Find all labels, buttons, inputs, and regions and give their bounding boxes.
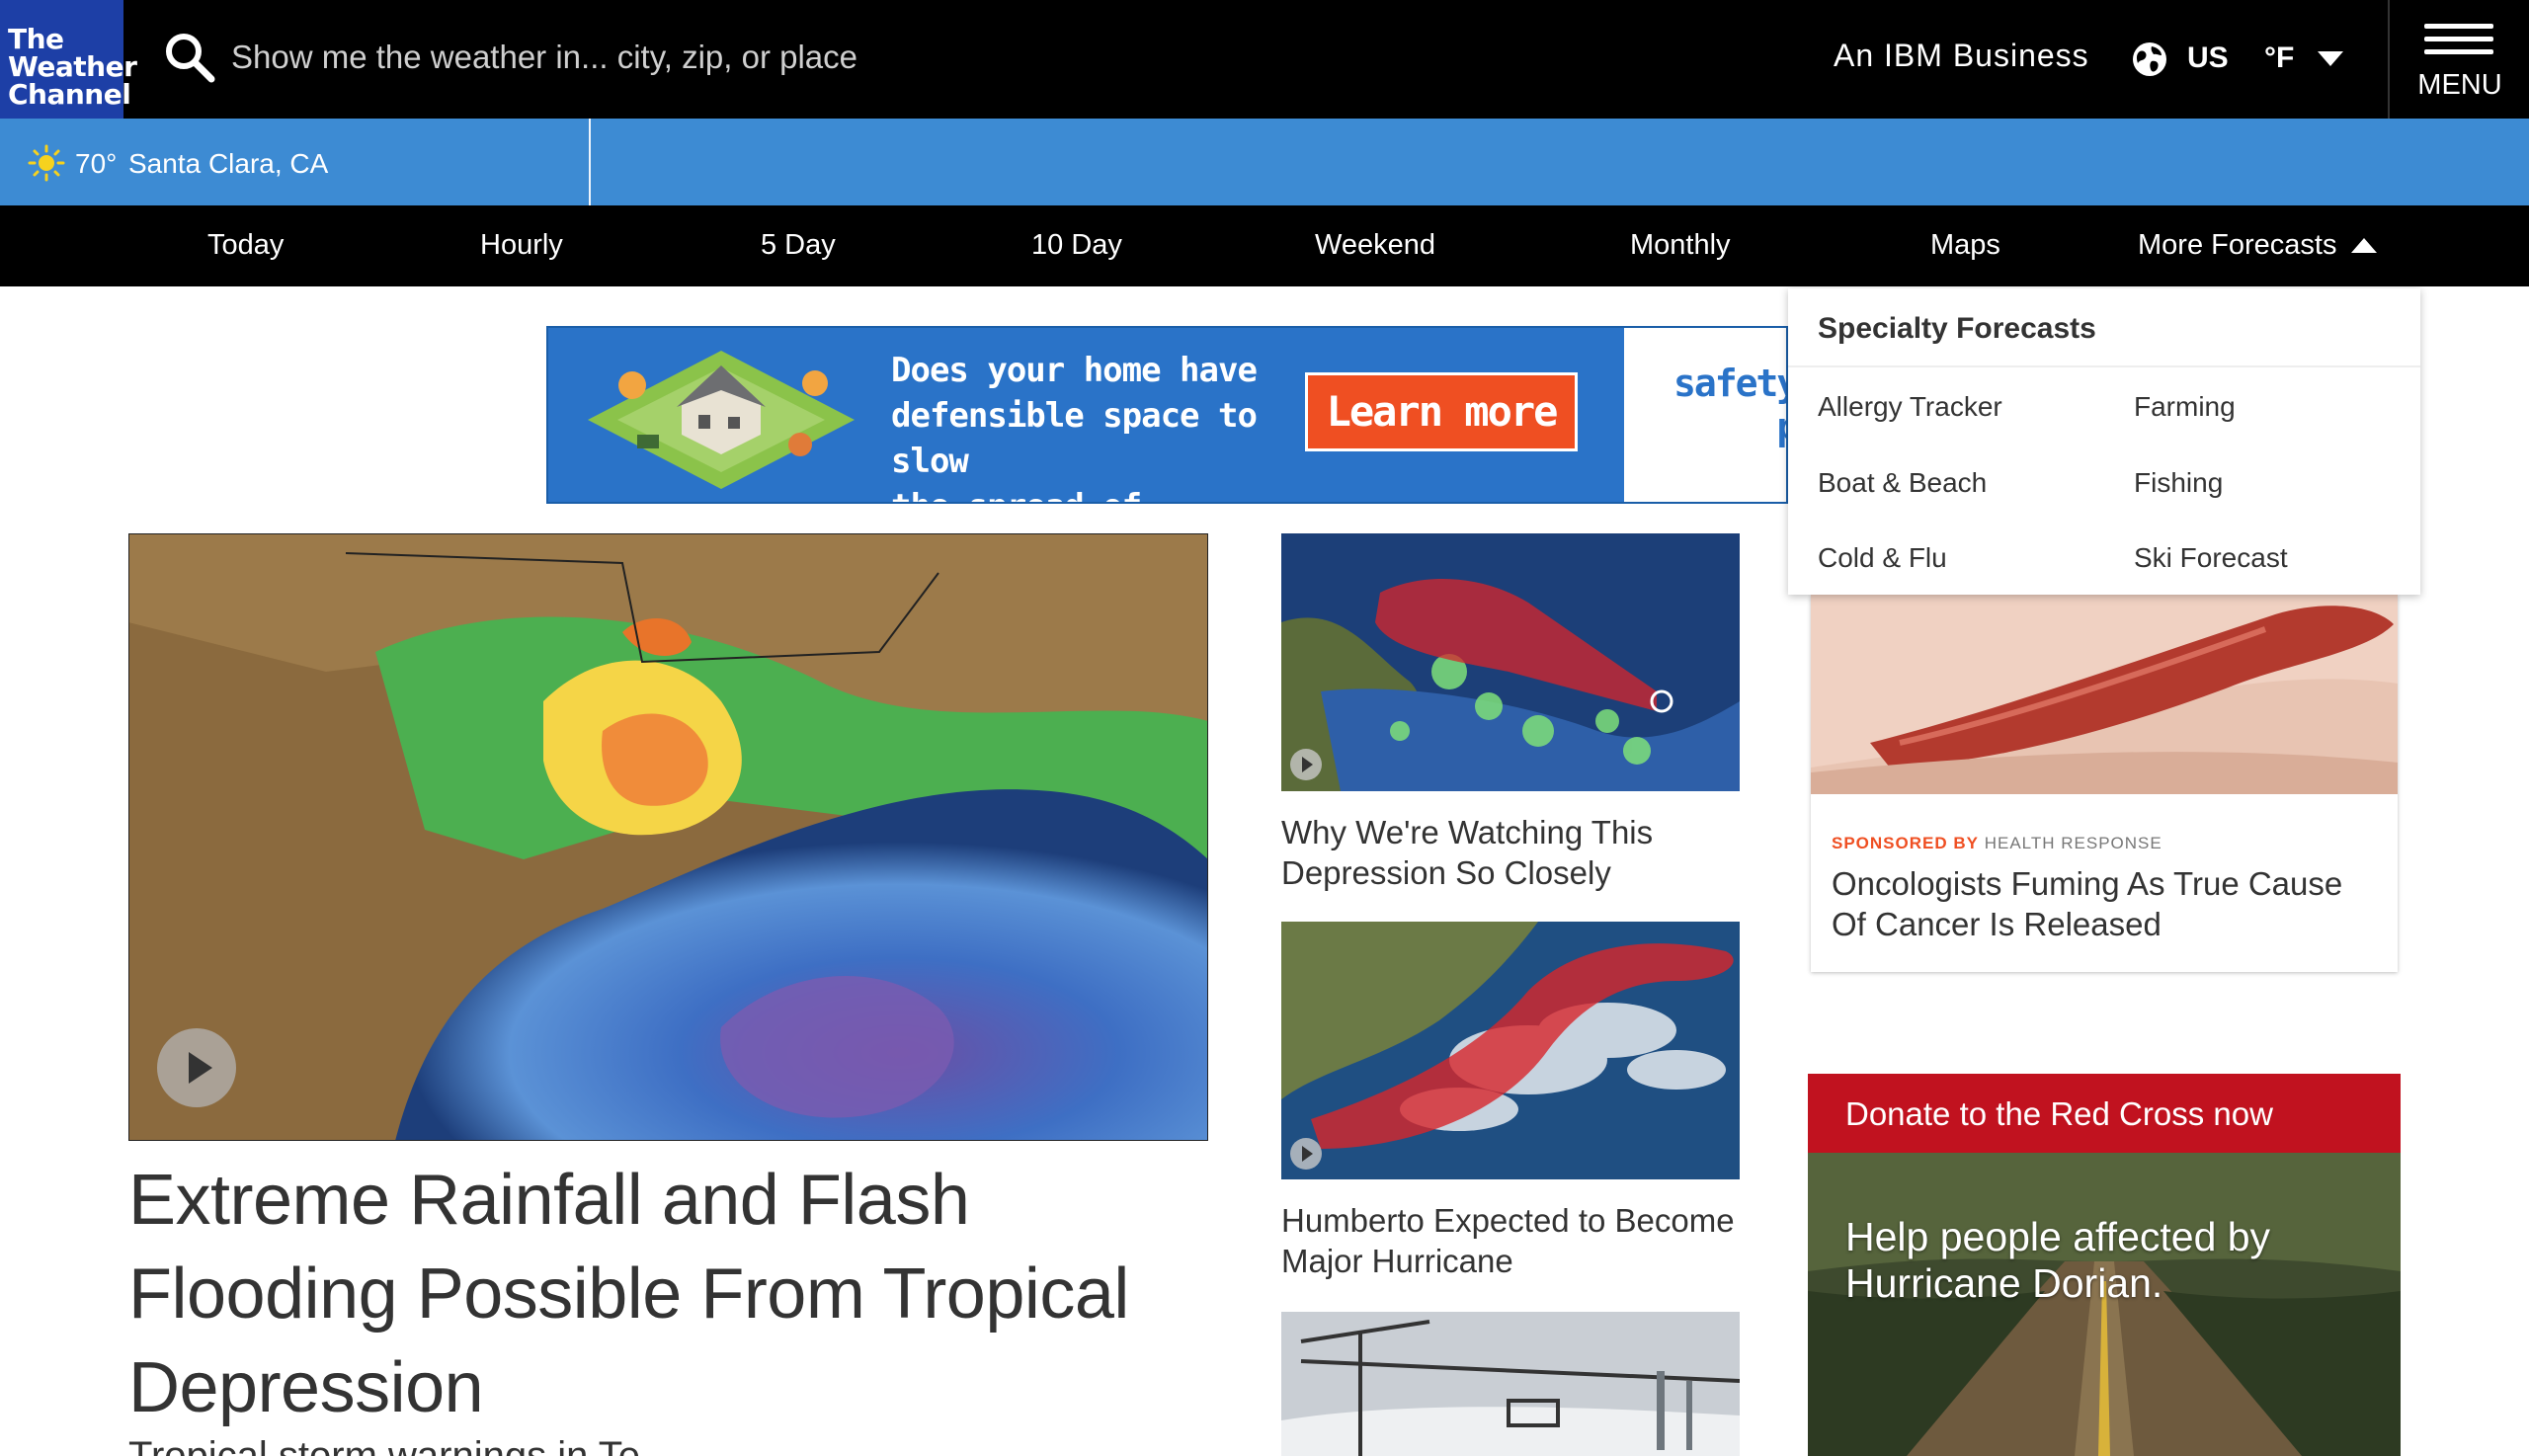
nav-5-day[interactable]: 5 Day <box>761 229 836 262</box>
nav-more-forecasts[interactable]: More Forecasts <box>2138 229 2336 262</box>
hamburger-icon-bar <box>2424 49 2493 54</box>
menu-item-fishing[interactable]: Fishing <box>2134 467 2223 499</box>
sponsored-source: HEALTH RESPONSE <box>1984 834 2162 852</box>
divider <box>2388 0 2390 119</box>
menu-item-cold-flu[interactable]: Cold & Flu <box>1818 542 1947 574</box>
sponsored-title[interactable]: Oncologists Fuming As True Cause Of Canc… <box>1832 863 2385 944</box>
ad-brand-line: pge <box>1661 405 1786 448</box>
menu-button[interactable]: MENU <box>2391 0 2529 119</box>
menu-item-allergy-tracker[interactable]: Allergy Tracker <box>1818 391 2002 423</box>
donate-label: Donate to the Red Cross now <box>1845 1095 2273 1132</box>
ad-headline-line: the spread of wildfires? <box>891 484 1286 502</box>
play-icon[interactable] <box>1290 1138 1322 1170</box>
dropdown-title: Specialty Forecasts <box>1818 312 2096 345</box>
ad-headline-line: defensible space to slow <box>891 396 1258 481</box>
donate-card[interactable]: Donate to the Red Cross now Help people … <box>1808 1074 2401 1456</box>
sun-icon <box>28 144 65 182</box>
region-selector[interactable]: US <box>2187 41 2229 75</box>
sponsored-lead: SPONSORED BY <box>1832 834 1979 852</box>
nav-weekend[interactable]: Weekend <box>1315 229 1435 262</box>
menu-item-farming[interactable]: Farming <box>2134 391 2236 423</box>
chevron-down-icon[interactable] <box>2318 51 2343 66</box>
learn-more-button[interactable]: Learn more <box>1305 372 1578 451</box>
donate-bar[interactable]: Donate to the Red Cross now <box>1808 1074 2401 1153</box>
search-input[interactable] <box>231 30 1120 85</box>
card-image-ski-lift[interactable] <box>1281 1312 1740 1456</box>
logo-line-2: Weather <box>8 50 137 83</box>
menu-label: MENU <box>2417 69 2502 101</box>
hero-headline[interactable]: Extreme Rainfall and Flash Flooding Poss… <box>128 1154 1215 1435</box>
hamburger-icon-bar <box>2424 37 2493 41</box>
card-title[interactable]: Why We're Watching This Depression So Cl… <box>1281 812 1755 893</box>
play-icon[interactable] <box>157 1028 236 1107</box>
location-name: Santa Clara, CA <box>128 148 329 179</box>
search-icon[interactable] <box>162 30 217 85</box>
location-temperature: 70° <box>75 148 118 179</box>
donate-message: Help people affected by Hurricane Dorian… <box>1845 1214 2271 1306</box>
hamburger-icon <box>2424 24 2493 29</box>
ad-brand-line: safetyac <box>1672 362 1786 405</box>
logo-line-1: The <box>8 23 64 55</box>
sponsored-by-label: SPONSORED BY HEALTH RESPONSE <box>1832 834 2162 853</box>
recent-location[interactable]: 70° Santa Clara, CA <box>0 119 591 205</box>
ad-headline: Does your home have defensible space to … <box>891 348 1286 502</box>
sponsored-image <box>1811 595 2398 794</box>
top-header: The Weather Channel An IBM Business US °… <box>0 0 2529 119</box>
house-illustration <box>588 351 855 489</box>
card-image-depression[interactable] <box>1281 533 1740 791</box>
chevron-up-icon[interactable] <box>2351 238 2377 253</box>
unit-selector[interactable]: °F <box>2264 41 2294 75</box>
weather-channel-logo[interactable]: The Weather Channel <box>0 0 137 119</box>
dropdown-header: Specialty Forecasts <box>1788 288 2420 367</box>
hero-radar-image[interactable] <box>128 533 1208 1141</box>
card-title[interactable]: Humberto Expected to Become Major Hurric… <box>1281 1200 1755 1281</box>
forecast-nav: Today Hourly 5 Day 10 Day Weekend Monthl… <box>0 205 2529 286</box>
nav-hourly[interactable]: Hourly <box>480 229 563 262</box>
play-icon[interactable] <box>1290 749 1322 780</box>
nav-maps[interactable]: Maps <box>1930 229 2000 262</box>
menu-item-ski-forecast[interactable]: Ski Forecast <box>2134 542 2288 574</box>
ibm-business-label: An IBM Business <box>1834 38 2089 73</box>
menu-item-boat-beach[interactable]: Boat & Beach <box>1818 467 1987 499</box>
ad-headline-line: Does your home have <box>891 351 1258 390</box>
ad-banner[interactable]: Does your home have defensible space to … <box>546 326 1788 504</box>
hero-subheadline: Tropical storm warnings in Te <box>128 1434 640 1456</box>
nav-monthly[interactable]: Monthly <box>1630 229 1731 262</box>
logo-line-3: Channel <box>8 78 131 111</box>
nav-10-day[interactable]: 10 Day <box>1031 229 1122 262</box>
globe-icon[interactable] <box>2132 41 2167 77</box>
nav-today[interactable]: Today <box>207 229 284 262</box>
ad-brand: safetyac pge <box>1661 362 1786 448</box>
location-bar: 70° Santa Clara, CA <box>0 119 2529 205</box>
more-forecasts-dropdown: Specialty Forecasts Allergy Tracker Farm… <box>1788 288 2420 595</box>
card-image-humberto[interactable] <box>1281 922 1740 1179</box>
sponsored-card[interactable]: SPONSORED BY HEALTH RESPONSE Oncologists… <box>1811 595 2398 972</box>
